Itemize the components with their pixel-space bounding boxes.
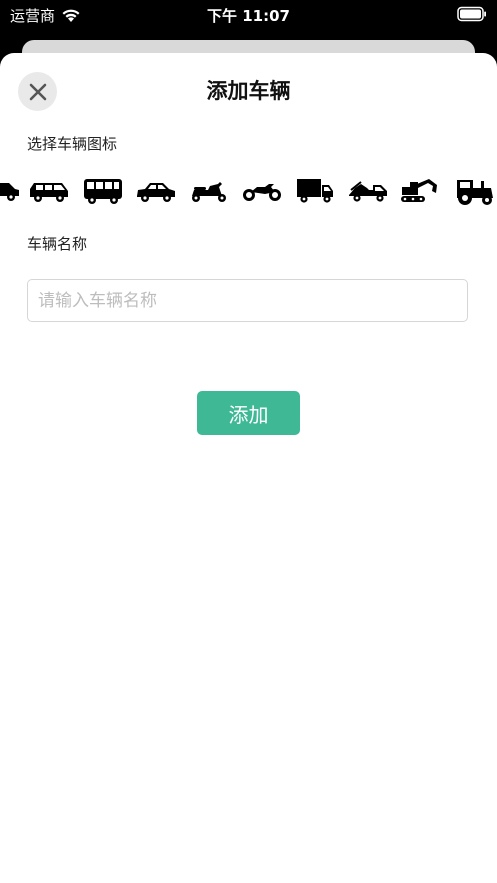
vehicle-name-input[interactable] [27,279,468,322]
truck-icon[interactable] [293,175,337,207]
battery-icon [457,6,486,22]
screen: 运营商 下午 11:07 添加车辆 选择车辆图标 车辆名称 请输入车辆名称 添加 [0,0,497,883]
tractor-icon[interactable] [452,175,496,207]
vehicle-icon-row [0,175,497,209]
van-icon[interactable] [27,175,71,207]
page-title: 添加车辆 [206,79,291,103]
scooter-icon[interactable] [187,175,231,207]
excavator-icon[interactable] [398,175,442,207]
tow-truck-icon[interactable] [346,175,390,207]
car-icon[interactable] [0,175,22,207]
status-time: 下午 11:07 [207,7,290,25]
add-vehicle-sheet: 添加车辆 选择车辆图标 车辆名称 请输入车辆名称 添加 [0,53,497,883]
motorcycle-icon[interactable] [240,175,284,207]
bus-icon[interactable] [81,175,125,207]
icon-section-label: 选择车辆图标 [27,135,118,153]
name-section-label: 车辆名称 [27,235,88,253]
status-bar: 运营商 下午 11:07 [0,0,497,30]
add-button[interactable]: 添加 [197,391,300,435]
sedan-icon[interactable] [134,175,178,207]
